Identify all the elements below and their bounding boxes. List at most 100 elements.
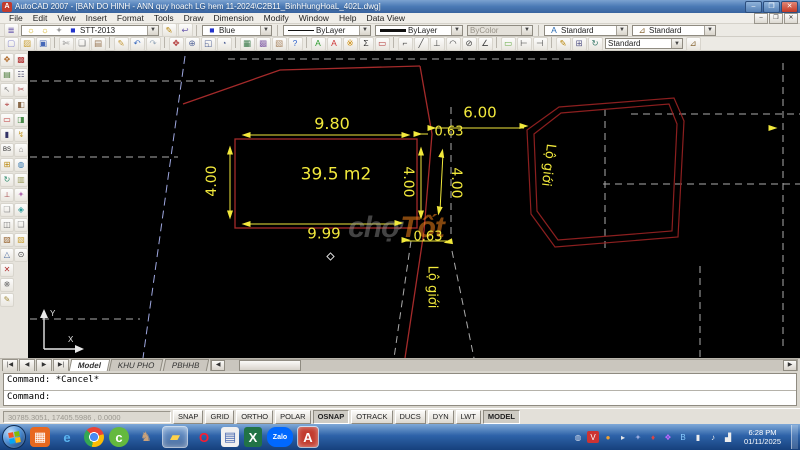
dim-text-600[interactable]: 6.00 [463, 106, 496, 121]
taskbar-app-game[interactable]: ♞ [134, 427, 158, 447]
tool-icon[interactable]: ✎ [0, 293, 14, 307]
tool-icon[interactable]: ☷ [14, 68, 28, 82]
tool-icon[interactable]: ▮ [0, 128, 14, 142]
tool-icon[interactable]: ◧ [14, 98, 28, 112]
tool-icon[interactable]: ▥ [14, 173, 28, 187]
tool-icon[interactable]: ⌖ [0, 98, 14, 112]
linetype-dropdown[interactable]: ByLayer ▼ [283, 25, 371, 36]
text-red-tool-icon[interactable]: A [327, 37, 342, 51]
zoom-realtime-icon[interactable]: ⊕ [185, 37, 200, 51]
tool-icon[interactable]: ❋ [0, 278, 14, 292]
baseline-dimension-icon[interactable]: ⊢ [517, 37, 532, 51]
tray-icon-arrow[interactable]: ▸ [617, 431, 629, 443]
tool-icon[interactable]: ❑ [14, 218, 28, 232]
dim-text-980[interactable]: 9.80 [314, 116, 350, 132]
parcel-area-label[interactable]: 39.5 m2 [301, 167, 372, 184]
tray-icon-red[interactable]: ♦ [647, 431, 659, 443]
dim-text-999[interactable]: 9.99 [307, 227, 340, 242]
dimension-update-icon[interactable]: ↻ [588, 37, 603, 51]
open-icon[interactable]: ▨ [20, 37, 35, 51]
tab-nav-button[interactable]: ◀ [19, 359, 35, 372]
child-restore-button[interactable]: ❐ [769, 13, 783, 24]
scroll-left-icon[interactable]: ◀ [211, 360, 225, 371]
dim-text-400-left[interactable]: 4.00 [205, 165, 219, 196]
menu-item[interactable]: File [4, 13, 28, 23]
tab-nav-button[interactable]: |◀ [2, 359, 18, 372]
child-minimize-button[interactable]: – [754, 13, 768, 24]
tool-icon[interactable]: ▤ [0, 68, 14, 82]
chevron-down-icon[interactable]: ▼ [260, 26, 271, 35]
chevron-down-icon[interactable]: ▼ [359, 26, 370, 35]
quick-dimension-icon[interactable]: ▭ [501, 37, 516, 51]
window-minimize-button[interactable]: – [745, 1, 762, 13]
tool-icon[interactable]: ✦ [14, 188, 28, 202]
tool-icon[interactable]: ◫ [0, 218, 14, 232]
copy-icon[interactable]: ❏ [75, 37, 90, 51]
taskbar-app-internet-explorer[interactable]: e [55, 427, 79, 447]
tool-icon[interactable]: ↯ [14, 128, 28, 142]
zoom-window-icon[interactable]: ◱ [201, 37, 216, 51]
menu-item[interactable]: Data View [361, 13, 410, 23]
menu-item[interactable]: Window [294, 13, 334, 23]
taskbar-app-remote[interactable]: ▦ [30, 427, 50, 447]
chevron-down-icon[interactable]: ▼ [616, 26, 627, 35]
status-ortho-button[interactable]: ORTHO [236, 410, 273, 424]
menu-item[interactable]: Format [112, 13, 149, 23]
ordinate-dimension-icon[interactable]: ⊥ [430, 37, 445, 51]
tool-icon[interactable]: ✥ [0, 53, 14, 67]
tray-icon-network[interactable]: ▟ [722, 431, 734, 443]
properties-icon[interactable]: ▦ [240, 37, 255, 51]
show-desktop-button[interactable] [791, 425, 798, 449]
status-dyn-button[interactable]: DYN [428, 410, 454, 424]
drawing-canvas[interactable]: chợTốt 9.806.000.634.0039.5 m24.004.009.… [28, 51, 800, 358]
horizontal-scrollbar[interactable]: ◀ ▶ [210, 359, 798, 372]
status-osnap-button[interactable]: OSNAP [313, 410, 350, 424]
tool-icon[interactable]: ⊙ [14, 248, 28, 262]
tool-icon[interactable]: ❏ [0, 203, 14, 217]
aligned-dimension-icon[interactable]: ╱ [414, 37, 429, 51]
menu-item[interactable]: Modify [259, 13, 294, 23]
menu-item[interactable]: Insert [81, 13, 112, 23]
tool-palettes-icon[interactable]: ▧ [272, 37, 287, 51]
help-icon[interactable]: ? [288, 37, 303, 51]
status-snap-button[interactable]: SNAP [173, 410, 203, 424]
dim-text-063-top[interactable]: 0.63 [435, 126, 464, 139]
tool-icon[interactable]: ⟂ [0, 188, 14, 202]
paste-icon[interactable]: ▤ [91, 37, 106, 51]
star-tool-icon[interactable]: ※ [343, 37, 358, 51]
scroll-right-icon[interactable]: ▶ [783, 360, 797, 371]
tray-icon-orange[interactable]: ● [602, 431, 614, 443]
chevron-down-icon[interactable]: ▼ [147, 26, 158, 35]
save-icon[interactable]: ▣ [36, 37, 51, 51]
tool-icon[interactable]: ✕ [0, 263, 14, 277]
chevron-down-icon[interactable]: ▼ [704, 26, 715, 35]
status-polar-button[interactable]: POLAR [275, 410, 310, 424]
menu-item[interactable]: Draw [179, 13, 209, 23]
zoom-previous-icon[interactable]: ◔ [217, 37, 232, 51]
tool-icon[interactable]: ▭ [0, 113, 14, 127]
tab-nav-button[interactable]: ▶ [36, 359, 52, 372]
road-boundary-label[interactable]: Lộ giới [426, 266, 439, 309]
layer-previous-icon[interactable]: ↩ [178, 23, 193, 37]
tool-icon[interactable]: ◨ [14, 113, 28, 127]
tool-icon[interactable]: ↖ [0, 83, 14, 97]
taskbar-app-explorer[interactable]: ▰ [163, 427, 187, 447]
dim-style-dropdown[interactable]: ⊿ Standard ▼ [632, 25, 716, 36]
taskbar-app-coccoc[interactable]: c [109, 427, 129, 447]
taskbar-app-notes[interactable]: ▤ [221, 427, 239, 447]
area-tool-icon[interactable]: ▭ [375, 37, 390, 51]
tool-icon[interactable]: ⊞ [0, 158, 14, 172]
tool-icon[interactable]: BS [0, 143, 14, 157]
menu-item[interactable]: Tools [149, 13, 179, 23]
taskbar-app-zalo[interactable]: Zalo [267, 427, 293, 447]
cut-icon[interactable]: ✄ [59, 37, 74, 51]
tray-icon-battery[interactable]: ▮ [692, 431, 704, 443]
make-object-layer-current-icon[interactable]: ✎ [162, 23, 177, 37]
taskbar-app-excel[interactable]: X [244, 427, 262, 447]
tool-icon[interactable]: △ [0, 248, 14, 262]
color-dropdown[interactable]: ■ Blue ▼ [202, 25, 272, 36]
tray-icon-globe[interactable]: ◍ [572, 431, 584, 443]
child-close-button[interactable]: ✕ [784, 13, 798, 24]
tool-icon[interactable]: ⌂ [14, 143, 28, 157]
tray-icon-purple[interactable]: ❖ [662, 431, 674, 443]
